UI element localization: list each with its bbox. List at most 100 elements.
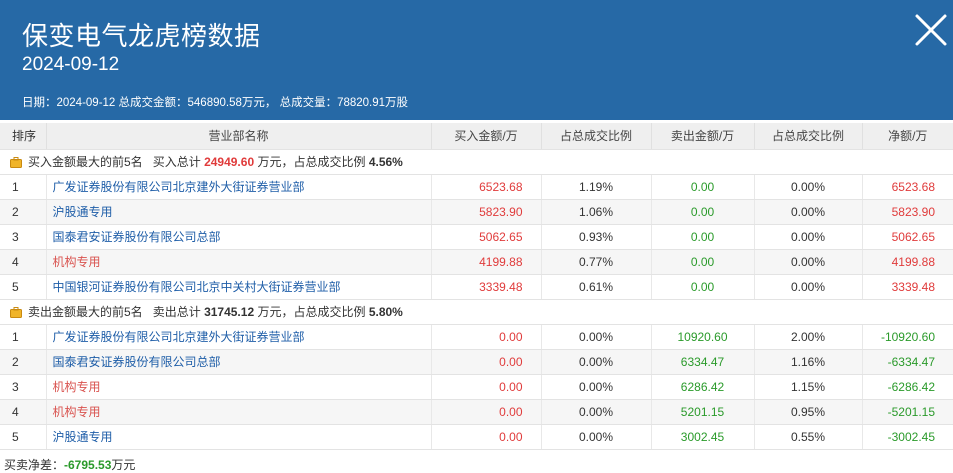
- section-unit-text: 万元，占总成交比例: [257, 304, 366, 319]
- table-header-row: 排序 营业部名称 买入金额/万 占总成交比例 卖出金额/万 占总成交比例 净额/…: [0, 123, 953, 150]
- sell-ratio-cell: 0.00%: [754, 249, 863, 275]
- buy-ratio-cell: 0.00%: [541, 324, 652, 350]
- buy-ratio-cell: 0.93%: [541, 224, 652, 250]
- section-total-value: 31745.12: [204, 304, 255, 319]
- sell-amount-cell: 3002.45: [651, 424, 755, 450]
- net-difference-unit: 万元: [111, 458, 136, 472]
- branch-name-link[interactable]: 机构专用: [46, 249, 432, 275]
- sell-amount-cell: 0.00: [651, 224, 755, 250]
- trade-summary: 日期：2024-09-12 总成交金额：546890.58万元， 总成交量：78…: [22, 97, 409, 109]
- rank-cell: 2: [0, 349, 47, 375]
- sell-ratio-cell: 0.00%: [754, 199, 863, 225]
- table-row: 3 机构专用 0.00 0.00% 6286.42 1.15% -6286.42: [0, 374, 953, 400]
- column-header-sell-amount: 卖出金额/万: [651, 123, 755, 150]
- rank-cell: 4: [0, 399, 47, 425]
- net-amount-cell: -6286.42: [862, 374, 953, 400]
- buy-amount-cell: 3339.48: [431, 274, 542, 300]
- buy-ratio-cell: 0.00%: [541, 424, 652, 450]
- section-label: 卖出金额最大的前5名: [28, 304, 143, 319]
- sell-amount-cell: 5201.15: [651, 399, 755, 425]
- net-amount-cell: 3339.48: [862, 274, 953, 300]
- briefcase-icon: [10, 306, 22, 321]
- buy-ratio-cell: 1.06%: [541, 199, 652, 225]
- buy-amount-cell: 0.00: [431, 324, 542, 350]
- page-date: 2024-09-12: [22, 54, 120, 75]
- sell-ratio-cell: 1.15%: [754, 374, 863, 400]
- section-label: 买入金额最大的前5名: [28, 154, 143, 169]
- close-icon[interactable]: [913, 12, 949, 48]
- sell-amount-cell: 6334.47: [651, 349, 755, 375]
- sell-amount-cell: 0.00: [651, 174, 755, 200]
- sell-ratio-cell: 1.16%: [754, 349, 863, 375]
- branch-name-link[interactable]: 广发证券股份有限公司北京建外大街证券营业部: [46, 324, 432, 350]
- column-header-buy-amount: 买入金额/万: [431, 123, 542, 150]
- net-amount-cell: -6334.47: [862, 349, 953, 375]
- page-title: 保变电气龙虎榜数据: [22, 22, 261, 52]
- buy-ratio-cell: 0.77%: [541, 249, 652, 275]
- buy-amount-cell: 0.00: [431, 349, 542, 375]
- buy-ratio-cell: 0.61%: [541, 274, 652, 300]
- section-ratio: 4.56%: [368, 154, 403, 169]
- table-row: 1 广发证券股份有限公司北京建外大街证券营业部 6523.68 1.19% 0.00 0.…: [0, 174, 953, 200]
- rank-cell: 5: [0, 274, 47, 300]
- net-amount-cell: 5062.65: [862, 224, 953, 250]
- sell-amount-cell: 0.00: [651, 274, 755, 300]
- buy-amount-cell: 0.00: [431, 374, 542, 400]
- rank-cell: 5: [0, 424, 47, 450]
- table-row: 3 国泰君安证券股份有限公司总部 5062.65 0.93% 0.00 0.00% 5062…: [0, 224, 953, 250]
- section-total-label: 买入总计: [152, 154, 201, 169]
- rank-cell: 3: [0, 374, 47, 400]
- sell-amount-cell: 0.00: [651, 199, 755, 225]
- branch-name-link[interactable]: 广发证券股份有限公司北京建外大街证券营业部: [46, 174, 432, 200]
- table-row: 2 国泰君安证券股份有限公司总部 0.00 0.00% 6334.47 1.16% -633…: [0, 349, 953, 375]
- column-header-branch: 营业部名称: [46, 123, 432, 150]
- sell-section-header: 卖出金额最大的前5名 卖出总计 31745.12 万元，占总成交比例 5.80%: [0, 299, 953, 325]
- section-unit-text: 万元，占总成交比例: [257, 154, 366, 169]
- sell-amount-cell: 6286.42: [651, 374, 755, 400]
- column-header-net: 净额/万: [862, 123, 953, 150]
- sell-ratio-cell: 0.00%: [754, 174, 863, 200]
- buy-amount-cell: 0.00: [431, 399, 542, 425]
- net-difference-value: -6795.53: [64, 458, 112, 472]
- branch-name-link[interactable]: 机构专用: [46, 374, 432, 400]
- section-ratio: 5.80%: [368, 304, 403, 319]
- net-amount-cell: 4199.88: [862, 249, 953, 275]
- branch-name-link[interactable]: 国泰君安证券股份有限公司总部: [46, 349, 432, 375]
- buy-section-header: 买入金额最大的前5名 买入总计 24949.60 万元，占总成交比例 4.56%: [0, 149, 953, 175]
- branch-name-link[interactable]: 沪股通专用: [46, 424, 432, 450]
- net-difference-label: 买卖净差：: [4, 458, 65, 472]
- sell-amount-cell: 0.00: [651, 249, 755, 275]
- rank-cell: 1: [0, 324, 47, 350]
- briefcase-icon: [10, 156, 22, 171]
- net-amount-cell: -3002.45: [862, 424, 953, 450]
- sell-ratio-cell: 0.55%: [754, 424, 863, 450]
- column-header-rank: 排序: [0, 123, 47, 150]
- buy-amount-cell: 5823.90: [431, 199, 542, 225]
- buy-amount-cell: 5062.65: [431, 224, 542, 250]
- branch-name-link[interactable]: 国泰君安证券股份有限公司总部: [46, 224, 432, 250]
- column-header-sell-ratio: 占总成交比例: [754, 123, 863, 150]
- dragon-tiger-table: 排序 营业部名称 买入金额/万 占总成交比例 卖出金额/万 占总成交比例 净额/…: [0, 123, 953, 450]
- table-row: 4 机构专用 0.00 0.00% 5201.15 0.95% -5201.15: [0, 399, 953, 425]
- section-total-value: 24949.60: [204, 154, 255, 169]
- rank-cell: 2: [0, 199, 47, 225]
- branch-name-link[interactable]: 沪股通专用: [46, 199, 432, 225]
- sell-ratio-cell: 2.00%: [754, 324, 863, 350]
- buy-amount-cell: 4199.88: [431, 249, 542, 275]
- buy-ratio-cell: 0.00%: [541, 349, 652, 375]
- sell-amount-cell: 10920.60: [651, 324, 755, 350]
- net-amount-cell: -5201.15: [862, 399, 953, 425]
- buy-ratio-cell: 1.19%: [541, 174, 652, 200]
- branch-name-link[interactable]: 机构专用: [46, 399, 432, 425]
- sell-section-header-cell: 卖出金额最大的前5名 卖出总计 31745.12 万元，占总成交比例 5.80%: [0, 299, 953, 325]
- table-row: 5 沪股通专用 0.00 0.00% 3002.45 0.55% -3002.45: [0, 424, 953, 450]
- sell-ratio-cell: 0.00%: [754, 274, 863, 300]
- rank-cell: 4: [0, 249, 47, 275]
- branch-name-link[interactable]: 中国银河证券股份有限公司北京中关村大街证券营业部: [46, 274, 432, 300]
- header-banner: 保变电气龙虎榜数据 2024-09-12 日期：2024-09-12 总成交金额…: [0, 0, 953, 120]
- table-row: 2 沪股通专用 5823.90 1.06% 0.00 0.00% 5823.90: [0, 199, 953, 225]
- rank-cell: 1: [0, 174, 47, 200]
- section-total-label: 卖出总计: [152, 304, 201, 319]
- buy-ratio-cell: 0.00%: [541, 399, 652, 425]
- table-row: 1 广发证券股份有限公司北京建外大街证券营业部 0.00 0.00% 10920.60 2…: [0, 324, 953, 350]
